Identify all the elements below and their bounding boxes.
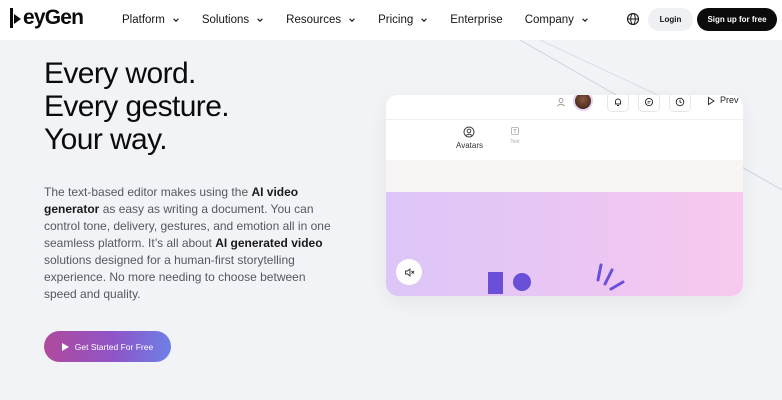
comment-icon xyxy=(644,97,654,107)
headline-line-3: Your way. xyxy=(44,123,168,156)
shape-strokes xyxy=(596,263,625,291)
chevron-down-icon xyxy=(257,18,263,22)
editor-tabs: Avatars Text xyxy=(386,119,743,155)
headline-line-2: Every gesture. xyxy=(44,90,230,123)
bell-button[interactable] xyxy=(607,95,629,112)
shape-circle xyxy=(513,273,531,291)
logo-mark-icon xyxy=(10,8,22,28)
chevron-down-icon xyxy=(173,18,179,22)
globe-icon[interactable] xyxy=(626,12,640,26)
nav-item-label: Solutions xyxy=(201,14,250,26)
heygen-logo[interactable]: eyGen xyxy=(10,6,84,30)
preview-label[interactable]: Prev xyxy=(720,95,739,105)
nav-item-pricing[interactable]: Pricing xyxy=(378,14,428,26)
link-ai-generated-video: AI generated video xyxy=(215,236,323,250)
nav-item-enterprise[interactable]: Enterprise xyxy=(450,14,502,26)
chevron-down-icon xyxy=(582,18,588,22)
hero-description: The text-based editor makes using the AI… xyxy=(44,184,334,303)
nav-item-company[interactable]: Company xyxy=(525,14,589,26)
nav-item-label: Pricing xyxy=(378,14,414,26)
editor-toolbar: Prev xyxy=(386,95,743,113)
tab-label: Avatars xyxy=(456,141,483,150)
mute-button[interactable] xyxy=(396,259,422,285)
tab-label: Text xyxy=(510,139,520,145)
chevron-down-icon xyxy=(421,18,428,22)
main-menu: Platform Solutions Resources Pricing Ent… xyxy=(122,0,611,40)
tab-text[interactable]: Text xyxy=(510,126,520,145)
video-canvas xyxy=(386,192,743,296)
clock-icon xyxy=(675,97,685,107)
cta-label: Get Started For Free xyxy=(74,341,154,352)
shape-rectangle xyxy=(488,272,503,294)
nav-item-platform[interactable]: Platform xyxy=(122,14,180,26)
bell-icon xyxy=(615,98,621,106)
logo-text: eyGen xyxy=(23,6,84,29)
play-icon[interactable] xyxy=(706,96,716,106)
tab-avatars[interactable]: Avatars xyxy=(456,126,483,150)
user-switch-icon[interactable] xyxy=(556,97,566,107)
headline-line-1: Every word. xyxy=(44,57,196,90)
login-button[interactable]: Login xyxy=(648,8,693,31)
mute-icon xyxy=(404,267,414,277)
get-started-button[interactable]: Get Started For Free xyxy=(44,331,171,362)
description-text: The text-based editor makes using the xyxy=(44,185,252,199)
nav-item-label: Resources xyxy=(286,14,342,26)
script-area[interactable] xyxy=(386,160,743,192)
play-icon xyxy=(61,342,69,351)
signup-button[interactable]: Sign up for free xyxy=(697,8,777,31)
nav-item-label: Platform xyxy=(122,14,165,26)
chevron-down-icon xyxy=(349,18,355,22)
comment-button[interactable] xyxy=(638,95,660,112)
nav-item-label: Enterprise xyxy=(450,14,503,26)
avatar-icon xyxy=(464,126,475,138)
history-button[interactable] xyxy=(669,95,691,112)
nav-item-resources[interactable]: Resources xyxy=(286,14,356,26)
editor-preview-card: Prev Avatars Text xyxy=(386,95,743,296)
nav-item-solutions[interactable]: Solutions xyxy=(202,14,264,26)
avatar[interactable] xyxy=(573,95,593,111)
hero-headline: Every word. Every gesture. Your way. xyxy=(44,57,230,156)
description-text: solutions designed for a human-first sto… xyxy=(44,253,306,301)
top-nav: eyGen Platform Solutions Resources Prici… xyxy=(0,0,782,40)
text-icon xyxy=(511,127,519,135)
nav-item-label: Company xyxy=(524,14,574,26)
